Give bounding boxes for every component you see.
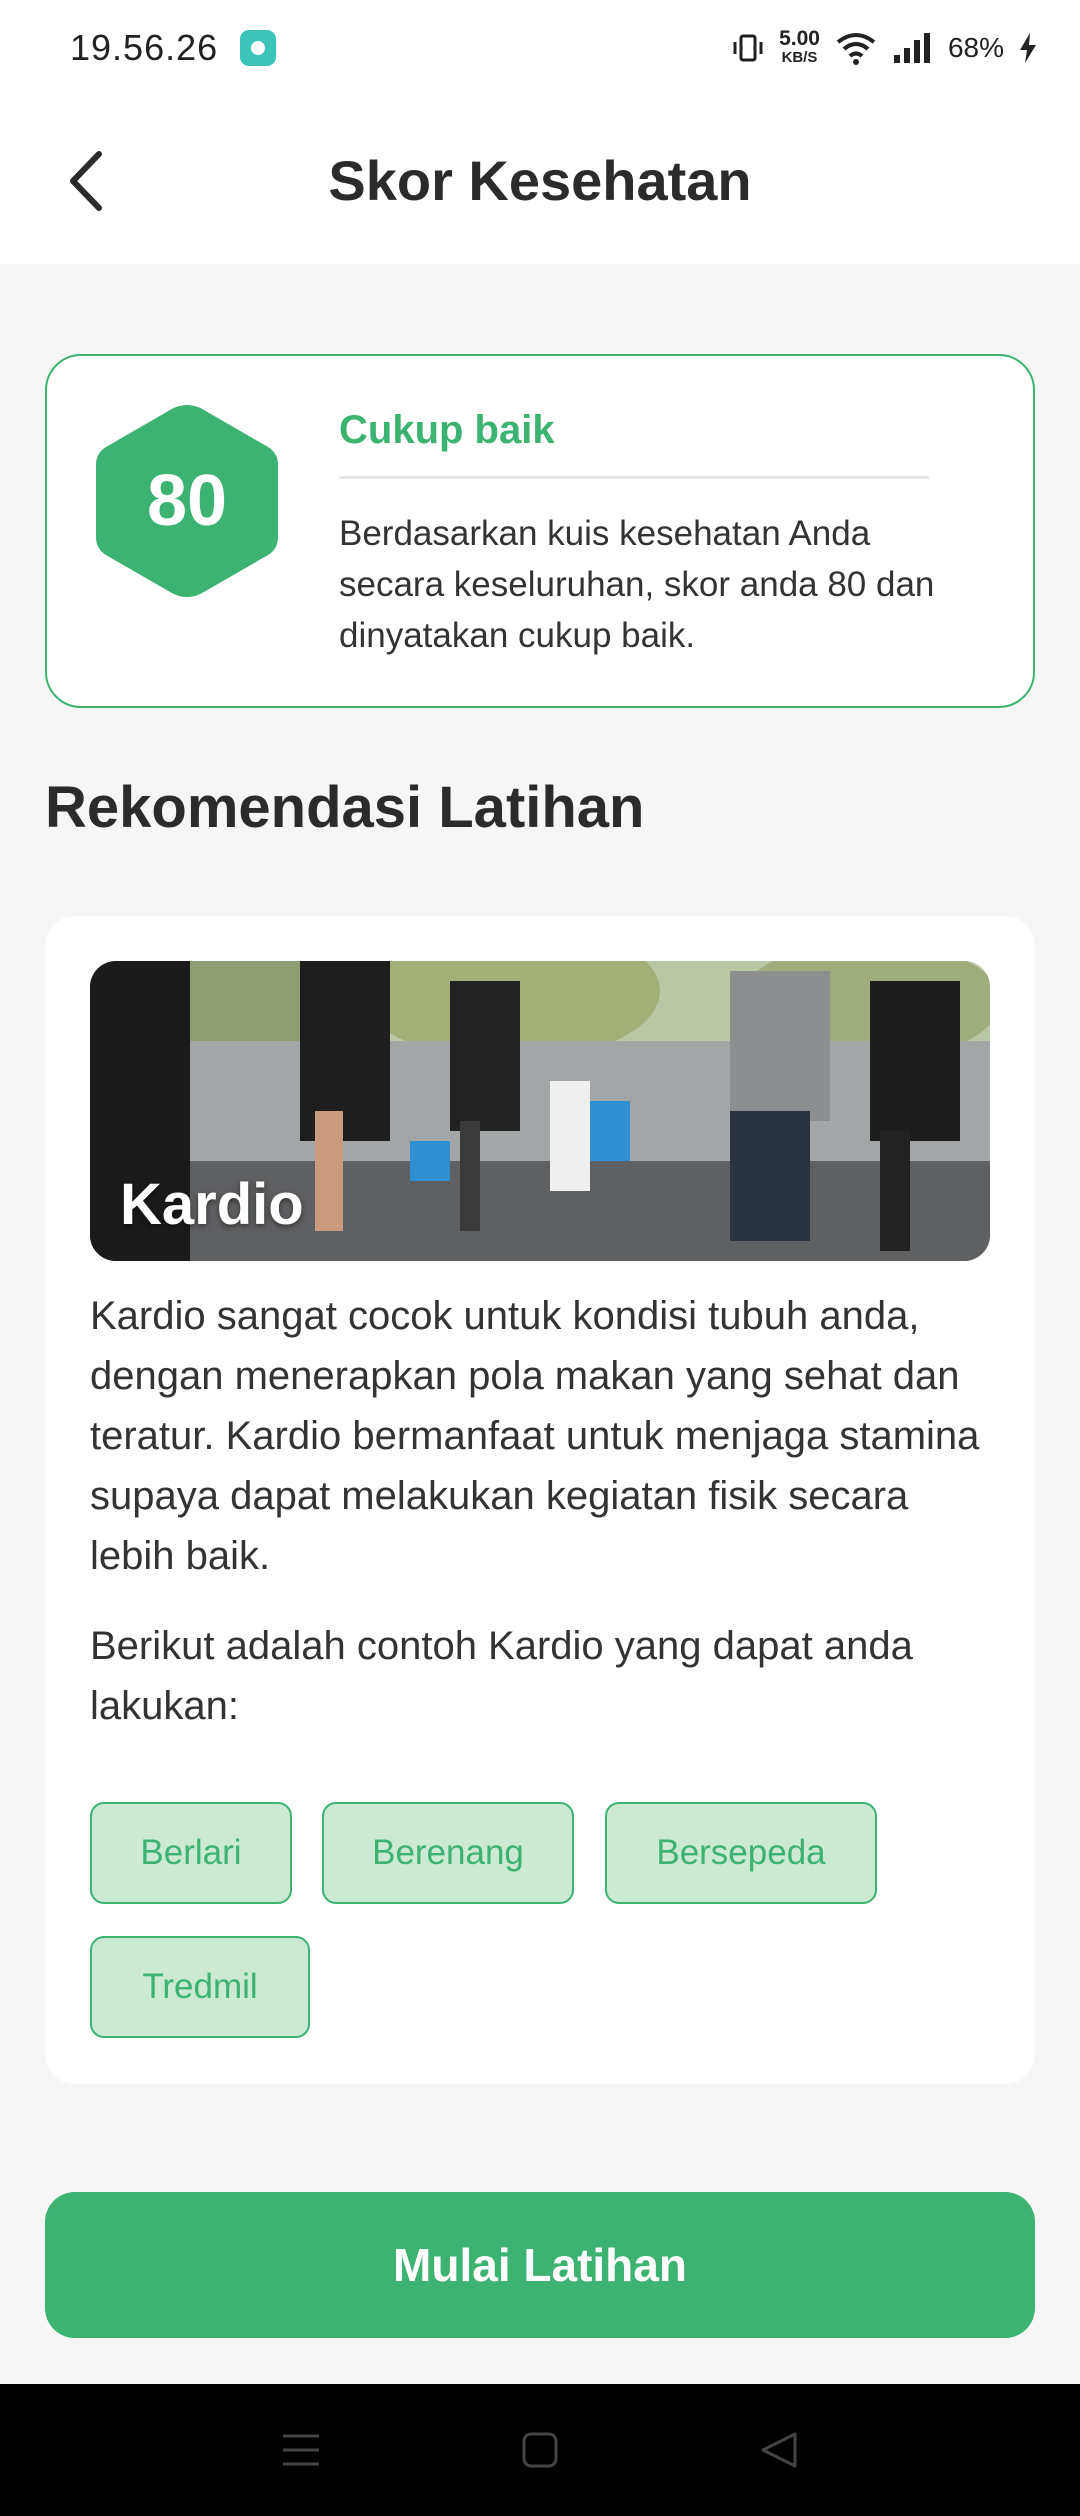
vibrate-icon — [733, 34, 763, 62]
wifi-icon — [836, 33, 876, 65]
recommendation-description: Kardio sangat cocok untuk kondisi tubuh … — [90, 1294, 980, 1578]
charging-icon — [1020, 33, 1036, 63]
hero-title: Kardio — [120, 1172, 304, 1237]
app-bar: Skor Kesehatan — [0, 96, 1080, 264]
battery-level: 68% — [947, 32, 1004, 63]
chip-bersepeda[interactable]: Bersepeda — [605, 1802, 877, 1904]
chip-tredmil[interactable]: Tredmil — [90, 1936, 310, 2038]
health-score-card: 80 Cukup baik Berdasarkan kuis kesehatan… — [45, 354, 1035, 708]
status-icons: 5.00 KB/S 68% — [731, 27, 1038, 67]
notification-app-icon — [240, 30, 277, 66]
home-icon[interactable] — [521, 2431, 559, 2469]
signal-icon — [893, 33, 930, 63]
back-button[interactable] — [52, 146, 122, 216]
status-time: 19.56.26 — [70, 27, 219, 68]
score-status-label: Cukup baik — [339, 408, 555, 452]
menu-icon[interactable] — [281, 2432, 321, 2468]
recommendation-card: Kardio Kardio sangat cocok untuk kondisi… — [45, 916, 1035, 2084]
network-speed-value: 5.00 — [779, 27, 820, 50]
chip-berlari[interactable]: Berlari — [90, 1802, 292, 1904]
score-value: 80 — [146, 461, 228, 541]
network-speed: 5.00 KB/S — [779, 27, 820, 67]
start-workout-button[interactable]: Mulai Latihan — [45, 2192, 1035, 2338]
divider — [339, 476, 929, 479]
network-speed-unit: KB/S — [781, 49, 818, 66]
score-description: Berdasarkan kuis kesehatan Anda secara k… — [339, 514, 935, 655]
page-title: Skor Kesehatan — [328, 148, 752, 212]
back-nav-icon[interactable] — [759, 2430, 799, 2470]
system-nav-bar — [0, 2384, 1080, 2516]
status-bar: 19.56.26 5.00 KB/S 68% — [0, 0, 1080, 96]
examples-intro: Berikut adalah contoh Kardio yang dapat … — [90, 1624, 913, 1728]
chip-berenang[interactable]: Berenang — [322, 1802, 574, 1904]
cardio-hero-image: Kardio — [90, 961, 990, 1261]
chevron-left-icon — [70, 151, 102, 211]
section-title: Rekomendasi Latihan — [45, 775, 645, 840]
